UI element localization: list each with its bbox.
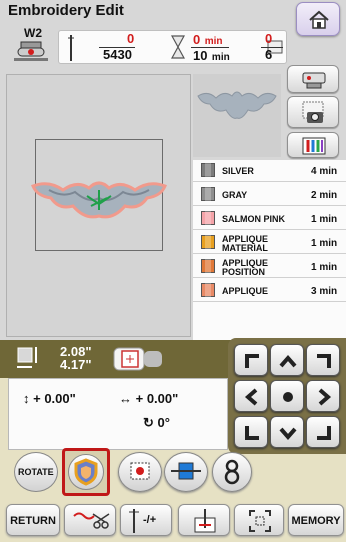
thread-swatch	[201, 259, 215, 273]
memory-button[interactable]: MEMORY	[288, 504, 344, 536]
border-icon	[130, 462, 150, 480]
vertical-offset: ↕ + 0.00"	[23, 391, 76, 406]
thread-swatch	[201, 283, 215, 297]
needle-start-icon	[194, 509, 216, 533]
embroidery-unit-icon	[302, 72, 326, 89]
border-button[interactable]	[118, 452, 162, 492]
layout-toggle[interactable]	[112, 346, 166, 372]
arrow-up-right-button[interactable]	[306, 344, 340, 376]
size-icon	[17, 347, 37, 368]
rotation-angle: ↻ 0°	[143, 415, 170, 430]
embroidery-preview-area[interactable]	[6, 74, 191, 337]
thread-palette-button[interactable]	[287, 132, 339, 158]
thread-row[interactable]: GRAY 2 min	[193, 184, 346, 206]
stitch-count-current: 0	[127, 31, 135, 46]
center-icon	[283, 392, 293, 402]
thread-palette-icon	[302, 137, 326, 155]
layout-icon	[113, 347, 162, 371]
design-thumbnail-icon	[197, 91, 277, 119]
horizontal-offset: ↔ + 0.00"	[119, 391, 179, 406]
needle-position-button[interactable]	[178, 504, 230, 536]
thread-row[interactable]: APPLIQUE 3 min	[193, 280, 346, 302]
embroidery-unit-button[interactable]	[287, 65, 339, 93]
arrow-up-button[interactable]	[270, 344, 304, 376]
hourglass-icon	[171, 35, 185, 59]
thread-cut-icon	[73, 512, 110, 529]
arrow-up-right-icon	[317, 354, 331, 368]
stitch-time-color-counter: 0 5430 0 min 10 min 0 6	[58, 30, 287, 64]
thread-swatch	[201, 235, 215, 249]
needle-position-icon	[129, 509, 139, 533]
arrow-right-icon	[318, 388, 332, 406]
frame-button[interactable]	[234, 504, 284, 536]
camera-view-button[interactable]	[287, 96, 339, 128]
color-count-total: 6	[265, 47, 273, 62]
page-title: Embroidery Edit	[8, 2, 124, 19]
rotate-button[interactable]: ROTATE	[14, 452, 58, 492]
arrow-down-right-button[interactable]	[306, 416, 340, 448]
thread-swatch	[201, 187, 215, 201]
spool-change-button[interactable]	[164, 452, 208, 492]
design-height: 4.17"	[60, 357, 92, 372]
arrow-down-icon	[279, 427, 297, 441]
thread-color-list[interactable]: SILVER 4 min GRAY 2 min SALMON PINK 1 mi…	[193, 160, 346, 340]
stitch-count-total: 5430	[103, 47, 132, 62]
embroidery-design-preview[interactable]	[29, 176, 169, 222]
arrow-up-left-icon	[245, 354, 259, 368]
thread-row[interactable]: SALMON PINK 1 min	[193, 208, 346, 230]
arrow-up-left-button[interactable]	[234, 344, 268, 376]
needle-icon	[68, 35, 74, 61]
applique-button-selected[interactable]	[62, 448, 110, 496]
color-count-current: 0	[265, 31, 273, 46]
arrow-down-right-icon	[317, 426, 331, 440]
home-icon	[309, 10, 329, 29]
presser-foot-icon	[14, 41, 48, 61]
return-button[interactable]: RETURN	[6, 504, 60, 536]
thread-swatch	[201, 211, 215, 225]
camera-icon	[302, 101, 324, 123]
arrow-down-button[interactable]	[270, 416, 304, 448]
center-button[interactable]	[270, 380, 304, 412]
thread-swatch	[201, 163, 215, 177]
move-arrow-pad	[228, 338, 346, 454]
arrow-down-left-icon	[245, 426, 259, 440]
design-thumbnail	[193, 74, 281, 157]
home-button[interactable]	[296, 2, 340, 36]
number-8-button[interactable]	[212, 452, 252, 492]
thread-cut-button[interactable]	[64, 504, 116, 536]
thread-row[interactable]: APPLIQUE POSITION 1 min	[193, 256, 346, 278]
time-total: 10 min	[193, 48, 230, 63]
arrow-left-button[interactable]	[234, 380, 268, 412]
arrow-left-icon	[244, 388, 258, 406]
arrow-right-button[interactable]	[306, 380, 340, 412]
position-info-box: ↕ + 0.00" ↔ + 0.00" ↻ 0°	[8, 378, 228, 450]
arrow-up-icon	[279, 354, 297, 368]
number-8-icon	[224, 459, 240, 485]
needle-plus-minus-button[interactable]: -/+	[120, 504, 172, 536]
arrow-down-left-button[interactable]	[234, 416, 268, 448]
frame-icon	[249, 510, 271, 532]
thread-row[interactable]: SILVER 4 min	[193, 160, 346, 182]
thread-row[interactable]: APPLIQUE MATERIAL 1 min	[193, 232, 346, 254]
applique-icon	[74, 458, 98, 486]
spool-change-icon	[171, 462, 201, 480]
